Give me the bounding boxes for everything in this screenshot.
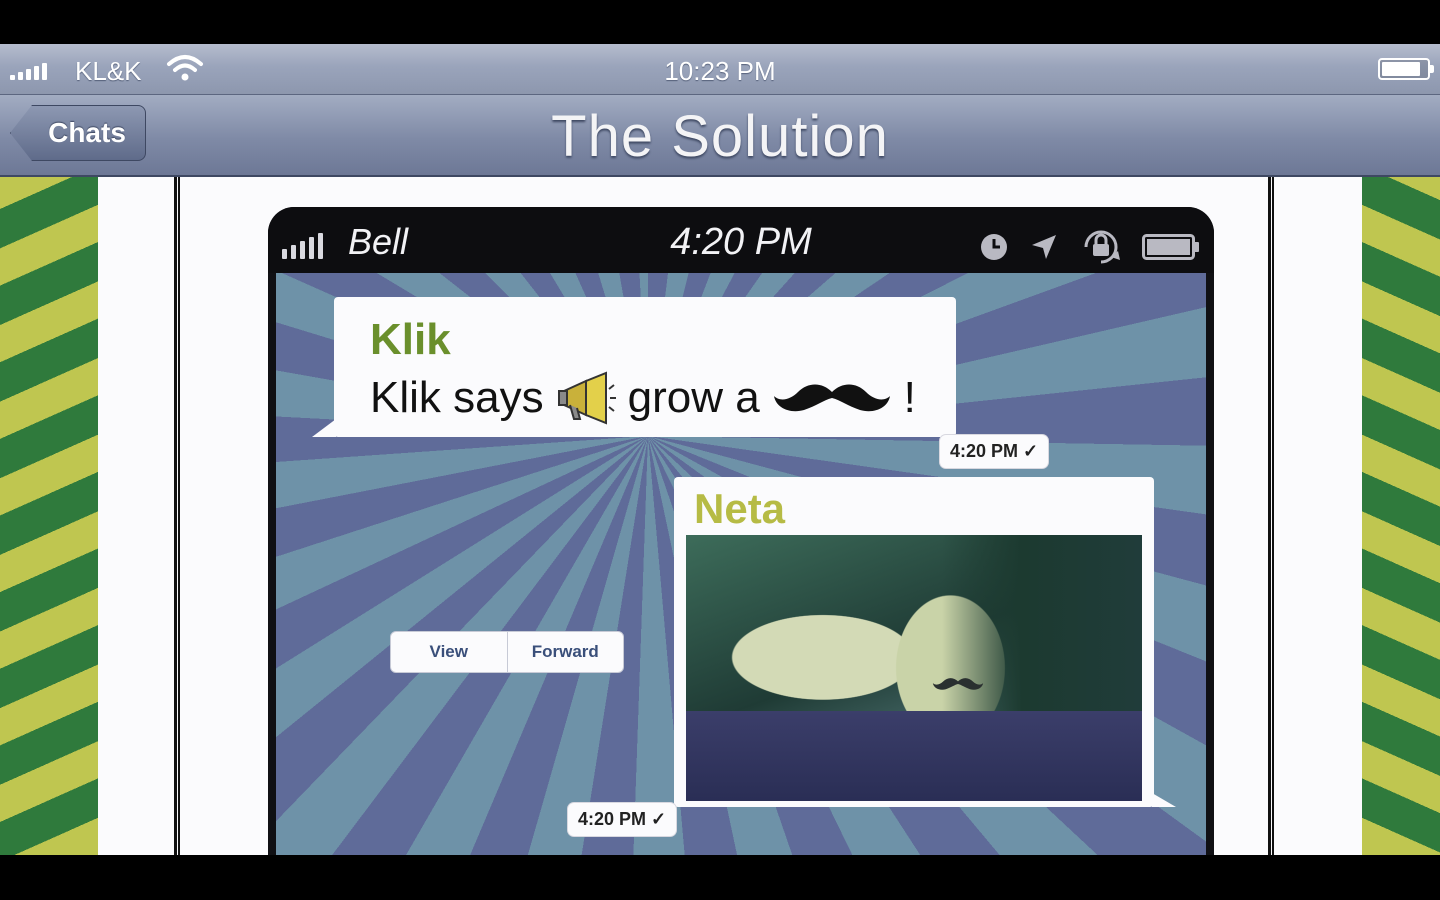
phone-battery-icon [1142,234,1199,260]
view-button[interactable]: View [391,632,507,672]
phone-status-bar: Bell 4:20 PM [268,207,1214,273]
message-text-part: Klik says [370,373,544,422]
chat-area: Klik Klik says grow a ! 4:20 PM ✓ View F… [276,273,1206,855]
page-frame-right [1268,177,1274,855]
mustache-icon [773,384,890,412]
photo-detail [686,711,1142,801]
letterbox-bottom [0,855,1440,900]
message-text: Klik says grow a ! [370,371,916,425]
mustache-icon [932,678,984,690]
rotation-lock-icon [1084,230,1120,264]
photo-attachment[interactable] [686,535,1142,801]
page-title: The Solution [551,104,889,169]
sunburst-background-right [1362,177,1440,855]
clock-icon [981,234,1007,260]
sunburst-background-left [0,177,98,855]
page-frame-left [174,177,180,855]
message-sender: Neta [694,485,786,532]
megaphone-icon [557,371,616,425]
message-timestamp: 4:20 PM ✓ [940,435,1049,468]
message-sender: Klik [370,315,451,364]
message-text-part: grow a [627,373,760,422]
message-timestamp: 4:20 PM ✓ [568,803,677,836]
message-text-part: ! [903,373,916,422]
message-bubble-klik[interactable]: Klik Klik says grow a ! [312,297,956,437]
status-time: 10:23 PM [664,56,776,86]
status-bar: KL&K 10:23 PM [0,44,1440,95]
location-icon [1032,235,1056,259]
forward-button[interactable]: Forward [506,632,624,672]
phone-illustration: Bell 4:20 PM Klik Klik says grow a ! 4:2… [268,207,1214,855]
letterbox-top [0,0,1440,44]
nav-bar: Chats The Solution [0,95,1440,177]
message-action-bar: View Forward [390,631,624,673]
battery-icon [1378,58,1434,80]
message-bubble-neta[interactable]: Neta [674,477,1176,807]
phone-status-icons [978,227,1200,267]
